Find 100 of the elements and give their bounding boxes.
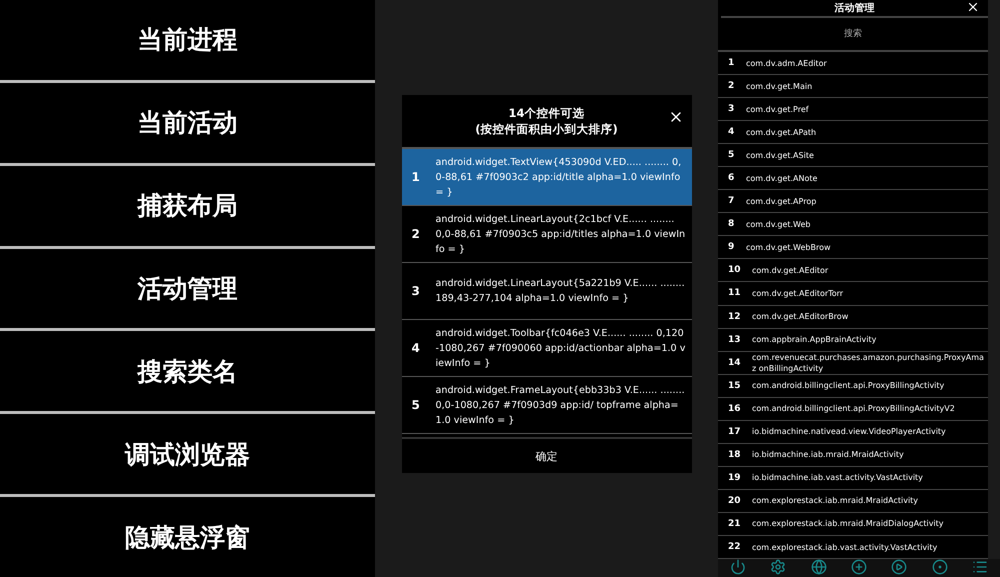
menu-item[interactable]: 捕获布局 xyxy=(0,166,375,249)
activity-row[interactable]: 6 com.dv.get.ANote xyxy=(718,167,988,190)
row-index: 21 xyxy=(728,518,742,529)
item-index: 3 xyxy=(412,284,421,298)
activity-name: com.dv.get.AEditorBrow xyxy=(752,311,848,322)
row-index: 13 xyxy=(728,334,742,345)
list-button[interactable] xyxy=(972,559,988,575)
menu-item[interactable]: 当前进程 xyxy=(0,0,375,83)
plus-circle-icon xyxy=(850,559,867,575)
row-index: 20 xyxy=(728,496,742,506)
row-index: 15 xyxy=(728,380,742,391)
activity-name: com.android.billingclient.api.ProxyBillingActivityV2 xyxy=(752,403,955,414)
widget-list-item[interactable]: 2 android.widget.LinearLayout{2c1bcf V.E...... ........ 0,0-88,61 #7f0903c5 app:id/titles alpha=1.0 viewInfo = } xyxy=(402,206,692,263)
row-index: 19 xyxy=(728,472,742,483)
panel-title: 活动管理 xyxy=(834,2,874,15)
row-index: 12 xyxy=(728,312,742,322)
activity-name: io.bidmachine.nativead.view.VideoPlayerActivity xyxy=(752,426,946,438)
activity-row[interactable]: 1 com.dv.adm.AEditor xyxy=(718,52,988,76)
row-index: 18 xyxy=(728,450,742,460)
widget-description: android.widget.LinearLayout{2c1bcf V.E...... ........ 0,0-88,61 #7f0903c5 app:id/titles alpha=1.0 viewInfo = } xyxy=(436,212,686,256)
widget-list-item[interactable]: 1 android.widget.TextView{453090d V.ED..... ........ 0,0-88,61 #7f0903c2 app:id/title alpha=1.0 viewInfo = } xyxy=(402,149,692,206)
activity-name: com.dv.get.AProp xyxy=(746,196,816,207)
menu-item[interactable]: 调试浏览器 xyxy=(0,414,375,498)
row-index: 10 xyxy=(728,265,742,276)
activity-row[interactable]: 19 io.bidmachine.iab.vast.activity.VastActivity xyxy=(718,466,988,490)
activity-row[interactable]: 18 io.bidmachine.iab.mraid.MraidActivity xyxy=(718,444,988,467)
menu-item[interactable]: 活动管理 xyxy=(0,248,375,332)
activity-row[interactable]: 20 com.explorestack.iab.mraid.MraidActivity xyxy=(718,490,988,513)
activity-name: com.appbrain.AppBrainActivity xyxy=(752,334,876,346)
activity-row[interactable]: 12 com.dv.get.AEditorBrow xyxy=(718,306,988,329)
row-index: 11 xyxy=(728,288,742,298)
settings-button[interactable] xyxy=(770,559,786,575)
settings-icon xyxy=(770,559,786,575)
activity-name: com.dv.adm.AEditor xyxy=(746,58,827,69)
widget-list-item[interactable]: 4 android.widget.Toolbar{fc046e3 V.E...... ........ 0,120-1080,267 #7f090060 app:id/actionbar alpha=1.0 viewInfo = } xyxy=(402,320,692,377)
widget-description: android.widget.TextView{453090d V.ED..... ........ 0,0-88,61 #7f0903c2 app:id/title alpha=1.0 viewInfo = } xyxy=(436,156,682,200)
close-icon xyxy=(966,0,980,14)
activity-name: io.bidmachine.iab.mraid.MraidActivity xyxy=(752,449,904,460)
row-index: 17 xyxy=(728,426,742,437)
row-index: 9 xyxy=(728,242,736,252)
menu-item[interactable]: 搜索类名 xyxy=(0,331,375,414)
activity-name: io.bidmachine.iab.vast.activity.VastActivity xyxy=(752,472,923,484)
activity-name: com.dv.get.AEditorTorr xyxy=(752,288,844,299)
plus-circle-button[interactable] xyxy=(850,559,867,575)
activity-row[interactable]: 7 com.dv.get.AProp xyxy=(718,190,988,214)
activity-row[interactable]: 13 com.appbrain.AppBrainActivity xyxy=(718,328,988,352)
activity-name: com.revenuecat.purchases.amazon.purchasing.ProxyAmaz onBillingActivity xyxy=(752,352,985,374)
widget-description: android.widget.LinearLayout{5a221b9 V.E...... ........ 189,43-277,104 alpha=1.0 viewInfo = } xyxy=(436,277,686,306)
play-icon xyxy=(891,559,908,575)
record-icon xyxy=(932,559,948,575)
row-index: 7 xyxy=(728,196,736,206)
list-icon xyxy=(972,559,988,575)
activity-row[interactable]: 15 com.android.billingclient.api.ProxyBillingActivity xyxy=(718,374,988,398)
activity-row[interactable]: 8 com.dv.get.Web xyxy=(718,213,988,236)
row-index: 16 xyxy=(728,404,742,414)
activity-name: com.explorestack.iab.vast.activity.VastActivity xyxy=(752,542,938,552)
row-index: 5 xyxy=(728,150,736,160)
activity-row[interactable]: 5 com.dv.get.ASite xyxy=(718,144,988,168)
activity-row[interactable]: 4 com.dv.get.APath xyxy=(718,121,988,144)
activity-name: com.explorestack.iab.mraid.MraidDialogActivity xyxy=(752,518,944,530)
menu-item[interactable]: 隐藏悬浮窗 xyxy=(0,497,375,577)
activity-row[interactable]: 16 com.android.billingclient.api.ProxyBillingActivityV2 xyxy=(718,398,988,421)
activity-name: com.dv.get.Pref xyxy=(746,104,809,115)
power-icon xyxy=(730,559,746,575)
globe-icon xyxy=(810,559,827,575)
widget-description: android.widget.Toolbar{fc046e3 V.E...... ........ 0,120-1080,267 #7f090060 app:id/actionbar alpha=1.0 viewInfo = } xyxy=(436,326,686,370)
globe-button[interactable] xyxy=(810,559,827,575)
activity-row[interactable]: 14 com.revenuecat.purchases.amazon.purchasing.ProxyAmaz onBillingActivity xyxy=(718,352,988,375)
widget-description: android.widget.FrameLayout{ebb33b3 V.E...... ........ 0,0-1080,267 #7f0903d9 app:id/ topframe alpha=1.0 viewInfo = } xyxy=(436,384,686,428)
widget-list-item[interactable]: 5 android.widget.FrameLayout{ebb33b3 V.E...... ........ 0,0-1080,267 #7f0903d9 app:id/ topframe alpha=1.0 viewInfo = } xyxy=(402,377,692,434)
item-index: 2 xyxy=(412,227,421,241)
activity-row[interactable]: 3 com.dv.get.Pref xyxy=(718,98,988,122)
row-index: 8 xyxy=(728,219,736,230)
play-button[interactable] xyxy=(891,559,908,575)
activity-name: com.dv.get.ASite xyxy=(746,150,814,161)
row-index: 1 xyxy=(728,58,736,68)
activity-name: com.dv.get.WebBrow xyxy=(746,242,831,253)
item-index: 4 xyxy=(412,341,421,355)
activity-row[interactable]: 11 com.dv.get.AEditorTorr xyxy=(718,282,988,306)
activity-name: com.dv.get.Web xyxy=(746,218,810,230)
menu-item[interactable]: 当前活动 xyxy=(0,82,375,166)
activity-name: com.android.billingclient.api.ProxyBillingActivity xyxy=(752,380,944,392)
activity-row[interactable]: 9 com.dv.get.WebBrow xyxy=(718,236,988,260)
record-button[interactable] xyxy=(932,559,948,575)
activity-name: com.dv.get.Main xyxy=(746,80,812,92)
power-button[interactable] xyxy=(730,559,746,575)
close-button[interactable] xyxy=(966,0,980,14)
row-index: 14 xyxy=(728,358,742,368)
widget-list-item[interactable]: 3 android.widget.LinearLayout{5a221b9 V.E...... ........ 189,43-277,104 alpha=1.0 viewInfo = } xyxy=(402,263,692,320)
activity-row[interactable]: 17 io.bidmachine.nativead.view.VideoPlayerActivity xyxy=(718,420,988,444)
activity-name: com.explorestack.iab.mraid.MraidActivity xyxy=(752,495,918,506)
activity-row[interactable]: 21 com.explorestack.iab.mraid.MraidDialogActivity xyxy=(718,512,988,536)
activity-row[interactable]: 2 com.dv.get.Main xyxy=(718,75,988,98)
row-index: 2 xyxy=(728,81,736,92)
activity-name: com.dv.get.APath xyxy=(746,126,816,138)
activity-row[interactable]: 10 com.dv.get.AEditor xyxy=(718,259,988,282)
item-index: 1 xyxy=(412,170,421,184)
dialog-subtitle: (按控件面积由小到大排序) xyxy=(475,121,618,137)
row-index: 22 xyxy=(728,542,742,552)
row-index: 3 xyxy=(728,104,736,114)
